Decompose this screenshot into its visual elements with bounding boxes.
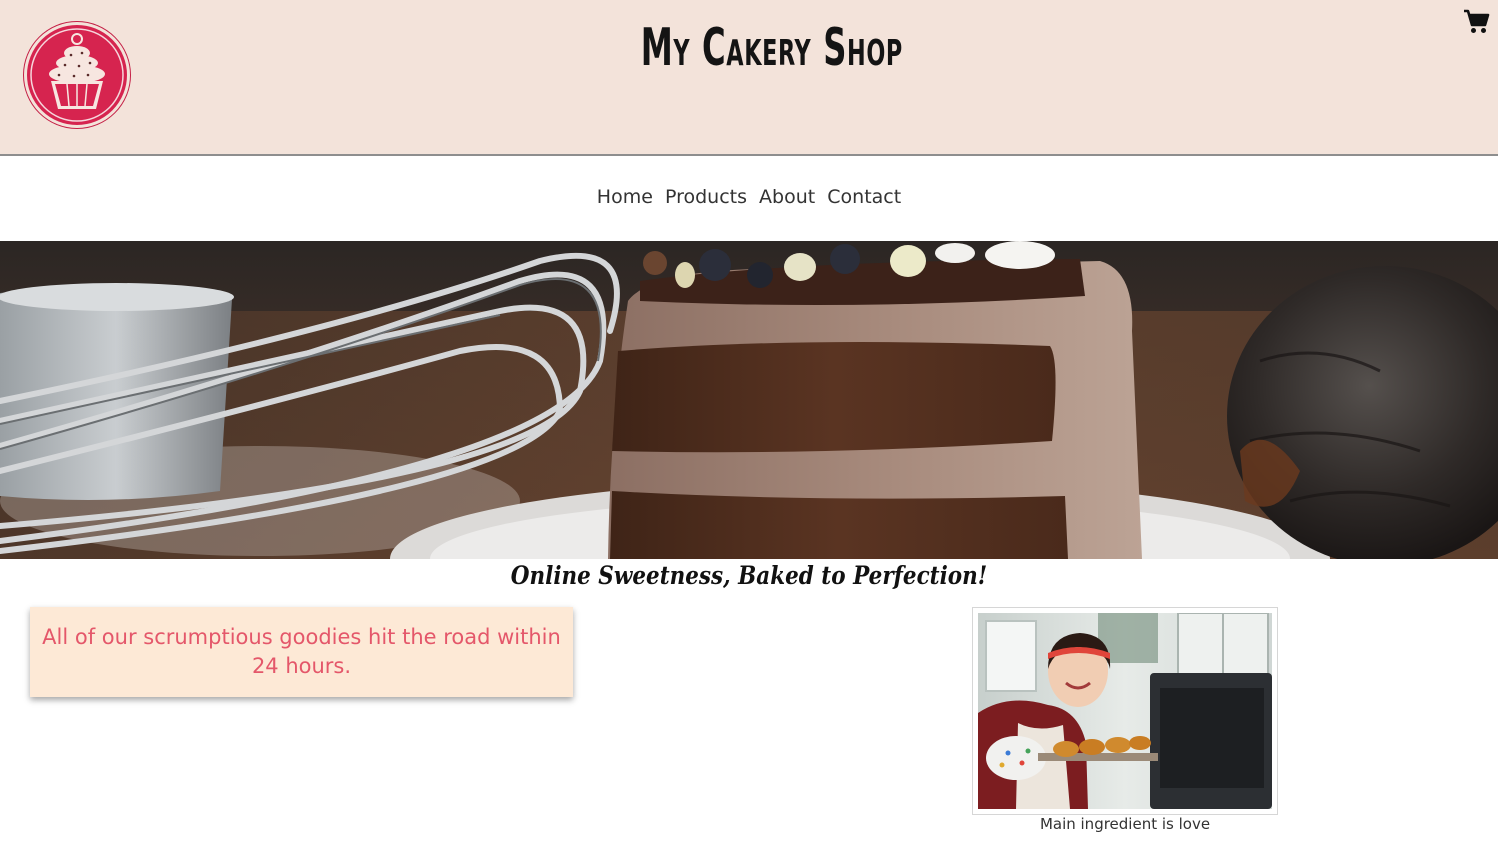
baker-photo bbox=[978, 613, 1272, 809]
photo-caption: Main ingredient is love bbox=[1039, 815, 1211, 833]
baker-photo-card bbox=[972, 607, 1278, 815]
nav-item-contact[interactable]: Contact bbox=[827, 186, 901, 208]
tagline: Online Sweetness, Baked to Perfection! bbox=[510, 561, 988, 590]
main-nav: Home Products About Contact bbox=[0, 186, 1498, 208]
nav-item-about[interactable]: About bbox=[759, 186, 815, 208]
site-header: My Cakery Shop bbox=[0, 0, 1498, 156]
site-title: My Cakery Shop bbox=[640, 18, 903, 78]
shipping-promo-box: All of our scrumptious goodies hit the r… bbox=[30, 607, 573, 697]
hero-banner-image bbox=[0, 241, 1498, 559]
shopping-cart-icon[interactable] bbox=[1463, 8, 1491, 36]
nav-item-home[interactable]: Home bbox=[597, 186, 653, 208]
promo-text: All of our scrumptious goodies hit the r… bbox=[42, 625, 561, 678]
nav-item-products[interactable]: Products bbox=[665, 186, 747, 208]
cupcake-logo-icon[interactable] bbox=[24, 22, 130, 128]
